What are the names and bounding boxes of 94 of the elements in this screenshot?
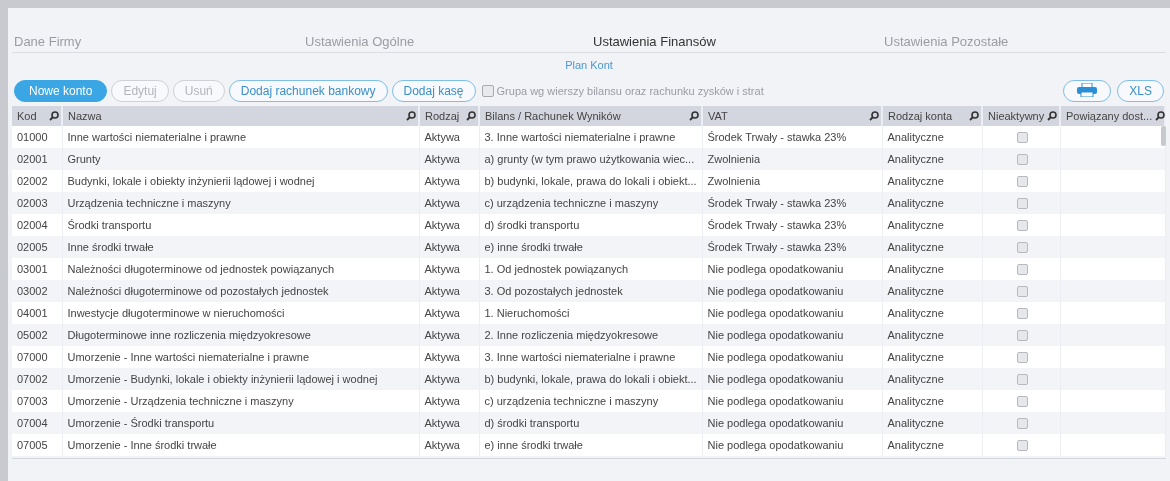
table-cell: Aktywa xyxy=(424,175,460,187)
table-cell: 07004 xyxy=(17,417,48,429)
table-cell: Nie podlega opodatkowaniu xyxy=(707,395,844,407)
table-cell: d) środki transportu xyxy=(484,417,580,429)
table-cell: 2. Inne rozliczenia międzyokresowe xyxy=(484,329,659,341)
table-cell: Środki transportu xyxy=(67,219,152,231)
column-header[interactable]: VAT xyxy=(708,110,728,122)
table-cell: Środek Trwały - stawka 23% xyxy=(707,131,847,143)
table-cell: 02002 xyxy=(17,175,48,187)
table-cell: Należności długoterminowe od jednostek powiązanych xyxy=(67,263,335,275)
table-cell: a) grunty (w tym prawo użytkowania wiec... xyxy=(484,153,695,165)
table-cell: Umorzenie - Środki transportu xyxy=(67,417,215,429)
table-cell: Analityczne xyxy=(887,351,944,363)
table-cell: 07000 xyxy=(17,351,48,363)
table-cell: Analityczne xyxy=(887,439,944,451)
table-cell: Aktywa xyxy=(424,351,460,363)
table-cell: Urządzenia techniczne i maszyny xyxy=(67,197,231,209)
table-cell: 03002 xyxy=(17,285,48,297)
table-cell: 01000 xyxy=(17,131,48,143)
table-cell: Nie podlega opodatkowaniu xyxy=(707,285,844,297)
table-cell: Analityczne xyxy=(887,263,944,275)
table-cell: Nie podlega opodatkowaniu xyxy=(707,373,844,385)
table-cell: Środek Trwały - stawka 23% xyxy=(707,219,847,231)
table-cell: Umorzenie - Inne środki trwałe xyxy=(67,439,217,451)
table-cell: Należności długoterminowe od pozostałych jednostek xyxy=(67,285,329,297)
table-cell: Aktywa xyxy=(424,373,460,385)
table-cell: 05002 xyxy=(17,329,48,341)
table-cell: 02004 xyxy=(17,219,48,231)
table-cell: Analityczne xyxy=(887,395,944,407)
table-cell: Aktywa xyxy=(424,197,460,209)
table-cell: Długoterminowe inne rozliczenia międzyokresowe xyxy=(67,329,311,341)
table-cell: Środek Trwały - stawka 23% xyxy=(707,241,847,253)
table-cell: e) inne środki trwałe xyxy=(484,241,583,253)
table-cell: Aktywa xyxy=(424,285,460,297)
table-cell: Analityczne xyxy=(887,131,944,143)
table-cell: 1. Od jednostek powiązanych xyxy=(484,263,629,275)
table-cell: Grunty xyxy=(67,153,101,165)
table-cell: c) urządzenia techniczne i maszyny xyxy=(484,197,659,209)
table-cell: Aktywa xyxy=(424,329,460,341)
table-cell: Aktywa xyxy=(424,395,460,407)
table-cell: c) urządzenia techniczne i maszyny xyxy=(484,395,659,407)
table-cell: Analityczne xyxy=(887,219,944,231)
table-cell: Aktywa xyxy=(424,153,460,165)
table-cell: Nie podlega opodatkowaniu xyxy=(707,351,844,363)
table-cell: Aktywa xyxy=(424,241,460,253)
table-cell: 03001 xyxy=(17,263,48,275)
table-cell: e) inne środki trwałe xyxy=(484,439,583,451)
table-cell: Aktywa xyxy=(424,417,460,429)
table-cell: 07002 xyxy=(17,373,48,385)
table-cell: Zwolnienia xyxy=(707,153,761,165)
tab[interactable]: Ustawienia Finansów xyxy=(593,34,884,49)
table-cell: Analityczne xyxy=(887,197,944,209)
table-cell: Analityczne xyxy=(887,417,944,429)
table-cell: d) środki transportu xyxy=(484,219,580,231)
table-cell: Nie podlega opodatkowaniu xyxy=(707,329,844,341)
table-cell: Inwestycje długoterminowe w nieruchomości xyxy=(67,307,285,319)
table-cell: Aktywa xyxy=(424,307,460,319)
table-cell: Analityczne xyxy=(887,153,944,165)
table-cell: Umorzenie - Budynki, lokale i obiekty inżynierii lądowej i wodnej xyxy=(67,373,378,385)
table-cell: Inne wartości niematerialne i prawne xyxy=(67,131,247,143)
table-cell: Aktywa xyxy=(424,439,460,451)
table-cell: Analityczne xyxy=(887,307,944,319)
table-cell: 3. Inne wartości niematerialne i prawne xyxy=(484,131,676,143)
table-cell: Aktywa xyxy=(424,219,460,231)
table-cell: 02003 xyxy=(17,197,48,209)
table-cell: Analityczne xyxy=(887,373,944,385)
table-cell: Inne środki trwałe xyxy=(67,241,154,253)
table-cell: 07003 xyxy=(17,395,48,407)
table-cell: 3. Inne wartości niematerialne i prawne xyxy=(484,351,676,363)
table-cell: 02001 xyxy=(17,153,48,165)
table-cell: Środek Trwały - stawka 23% xyxy=(707,197,847,209)
table-cell: b) budynki, lokale, prawa do lokali i obiekt... xyxy=(484,373,697,385)
table-cell: Umorzenie - Inne wartości niematerialne i prawne xyxy=(67,351,309,363)
table-cell: Zwolnienia xyxy=(707,175,761,187)
table-cell: Nie podlega opodatkowaniu xyxy=(707,439,844,451)
table-cell: Umorzenie - Urządzenia techniczne i maszyny xyxy=(67,395,294,407)
table-cell: Analityczne xyxy=(887,241,944,253)
table-cell: Nie podlega opodatkowaniu xyxy=(707,417,844,429)
table-cell: 07005 xyxy=(17,439,48,451)
column-header[interactable]: Nazwa xyxy=(68,110,102,122)
table-cell: Analityczne xyxy=(887,285,944,297)
table-cell: Analityczne xyxy=(887,175,944,187)
table-cell: 1. Nieruchomości xyxy=(484,307,570,319)
table-cell: Nie podlega opodatkowaniu xyxy=(707,263,844,275)
table-cell: Nie podlega opodatkowaniu xyxy=(707,307,844,319)
table-cell: 04001 xyxy=(17,307,48,319)
table-cell: Analityczne xyxy=(887,329,944,341)
table-cell: 3. Od pozostałych jednostek xyxy=(484,285,623,297)
table-cell: 02005 xyxy=(17,241,48,253)
table-cell: b) budynki, lokale, prawa do lokali i obiekt... xyxy=(484,175,697,187)
table-cell: Aktywa xyxy=(424,263,460,275)
table-cell: Budynki, lokale i obiekty inżynierii lądowej i wodnej xyxy=(67,175,315,187)
table-cell: Aktywa xyxy=(424,131,460,143)
page-subtitle: Plan Kont xyxy=(564,58,614,71)
